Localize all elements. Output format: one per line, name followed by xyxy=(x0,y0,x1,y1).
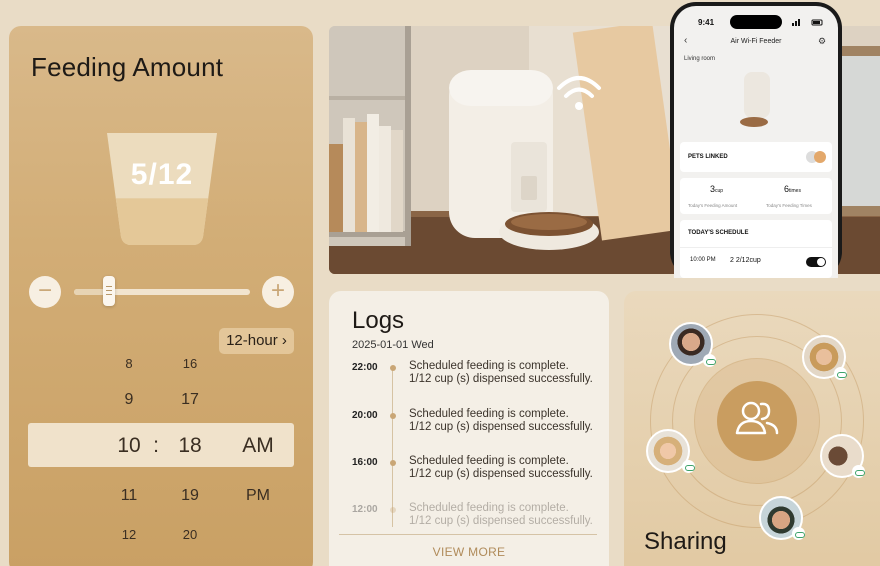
picker-ampm: AM xyxy=(242,434,274,457)
room-label: Living room xyxy=(684,56,716,62)
phone-mockup: 9:41 ‹ Air Wi-Fi Feeder ⚙ Living room PE… xyxy=(670,2,842,278)
logs-panel: Logs 2025-01-01 Wed 22:00 Scheduled feed… xyxy=(329,291,609,566)
portion-slider-track[interactable] xyxy=(74,289,250,295)
schedule-title: TODAY'S SCHEDULE xyxy=(688,230,749,236)
status-icons xyxy=(792,19,823,26)
log-message-line: Scheduled feeding is complete. xyxy=(409,502,569,514)
log-message-line: Scheduled feeding is complete. xyxy=(409,360,569,372)
log-message-line: 1/12 cup (s) dispensed successfully. xyxy=(409,373,593,385)
phone-screen: 9:41 ‹ Air Wi-Fi Feeder ⚙ Living room PE… xyxy=(674,6,838,278)
decrease-button[interactable]: − xyxy=(29,276,61,308)
feeding-amount-title: Feeding Amount xyxy=(31,52,224,82)
logs-date: 2025-01-01 Wed xyxy=(352,339,434,351)
portion-slider-thumb[interactable] xyxy=(103,276,116,306)
log-time: 16:00 xyxy=(352,457,378,468)
link-badge-icon xyxy=(682,460,695,473)
logs-title: Logs xyxy=(352,307,405,334)
pets-linked-card[interactable]: PETS LINKED xyxy=(680,142,832,172)
picker-ampm: PM xyxy=(246,487,270,504)
feeding-times-unit: times xyxy=(789,188,801,194)
link-badge-icon xyxy=(703,354,716,367)
divider xyxy=(680,247,832,248)
picker-row[interactable]: 11 19 PM xyxy=(28,482,294,510)
increase-button[interactable]: + xyxy=(262,276,294,308)
log-time: 20:00 xyxy=(352,410,378,421)
log-message-line: Scheduled feeding is complete. xyxy=(409,408,569,420)
feeder-thumbnail-icon xyxy=(740,72,770,127)
picker-separator: : xyxy=(153,434,159,457)
feeding-times-label: Today's Feeding Times xyxy=(766,203,812,208)
log-entry: 12:00 Scheduled feeding is complete. 1/1… xyxy=(329,502,609,544)
log-message: Scheduled feeding is complete. 1/12 cup … xyxy=(409,360,593,386)
log-message: Scheduled feeding is complete. 1/12 cup … xyxy=(409,455,593,481)
schedule-row[interactable]: 10:00 PM 2 2/12cup xyxy=(680,250,832,274)
log-message: Scheduled feeding is complete. 1/12 cup … xyxy=(409,502,593,528)
log-entry: 16:00 Scheduled feeding is complete. 1/1… xyxy=(329,455,609,497)
picker-hour: 9 xyxy=(124,391,134,408)
link-badge-icon xyxy=(852,465,865,478)
picker-hour: 12 xyxy=(121,527,137,542)
sharing-panel: Sharing xyxy=(624,291,880,566)
picker-row[interactable]: 9 17 xyxy=(28,386,294,414)
log-time: 22:00 xyxy=(352,362,378,373)
log-message-line: Scheduled feeding is complete. xyxy=(409,455,569,467)
picker-minute: 17 xyxy=(181,391,199,408)
feeding-amount-unit: cup xyxy=(715,188,724,194)
feeding-amount-label: Today's Feeding Amount xyxy=(688,203,738,208)
dynamic-island xyxy=(730,15,782,29)
picker-row[interactable]: 8 16 xyxy=(28,352,294,376)
schedule-time: 10:00 PM xyxy=(690,257,716,263)
log-message-line: 1/12 cup (s) dispensed successfully. xyxy=(409,515,593,527)
pet-avatar xyxy=(814,151,826,163)
view-more-button[interactable]: VIEW MORE xyxy=(329,545,609,559)
log-message-line: 1/12 cup (s) dispensed successfully. xyxy=(409,468,593,480)
status-time: 9:41 xyxy=(698,18,715,27)
link-badge-icon xyxy=(792,527,805,540)
picker-minute: 19 xyxy=(181,487,199,504)
log-message-line: 1/12 cup (s) dispensed successfully. xyxy=(409,421,593,433)
log-message: Scheduled feeding is complete. 1/12 cup … xyxy=(409,408,593,434)
feeding-amount-stat: 3cup xyxy=(710,184,723,194)
link-badge-icon xyxy=(834,367,847,380)
timeline-dot xyxy=(390,413,396,419)
users-icon xyxy=(735,401,779,435)
device-title: Air Wi-Fi Feeder xyxy=(730,38,782,45)
log-entry: 22:00 Scheduled feeding is complete. 1/1… xyxy=(329,360,609,402)
picker-minute: 18 xyxy=(178,434,202,457)
sharing-center[interactable] xyxy=(717,381,797,461)
picker-hour: 8 xyxy=(125,356,133,371)
picker-minute: 16 xyxy=(182,356,198,371)
hour-format-toggle[interactable]: 12-hour › xyxy=(219,328,294,354)
divider xyxy=(339,534,597,535)
log-time: 12:00 xyxy=(352,504,378,515)
picker-hour: 11 xyxy=(120,487,138,504)
feeding-times-stat: 6times xyxy=(784,184,801,194)
sharing-title: Sharing xyxy=(644,528,727,555)
timeline-dot xyxy=(390,365,396,371)
schedule-card: TODAY'S SCHEDULE 10:00 PM 2 2/12cup xyxy=(680,220,832,278)
schedule-amount: 2 2/12cup xyxy=(730,257,761,264)
schedule-toggle[interactable] xyxy=(806,257,826,267)
stats-card: 3cup Today's Feeding Amount 6times Today… xyxy=(680,178,832,214)
picker-row[interactable]: 12 20 xyxy=(28,523,294,547)
picker-row-selected[interactable]: 10 : 18 AM xyxy=(28,423,294,467)
portion-value: 5/12 xyxy=(130,158,194,191)
picker-hour: 10 xyxy=(117,434,141,457)
log-entry: 20:00 Scheduled feeding is complete. 1/1… xyxy=(329,408,609,450)
timeline-dot xyxy=(390,507,396,513)
feeding-amount-panel: Feeding Amount 5/12 − + 12-hour › 8 16 9… xyxy=(9,26,313,566)
pets-linked-label: PETS LINKED xyxy=(688,154,728,160)
gear-icon[interactable]: ⚙ xyxy=(818,36,826,47)
picker-minute: 20 xyxy=(182,527,198,542)
timeline-dot xyxy=(390,460,396,466)
